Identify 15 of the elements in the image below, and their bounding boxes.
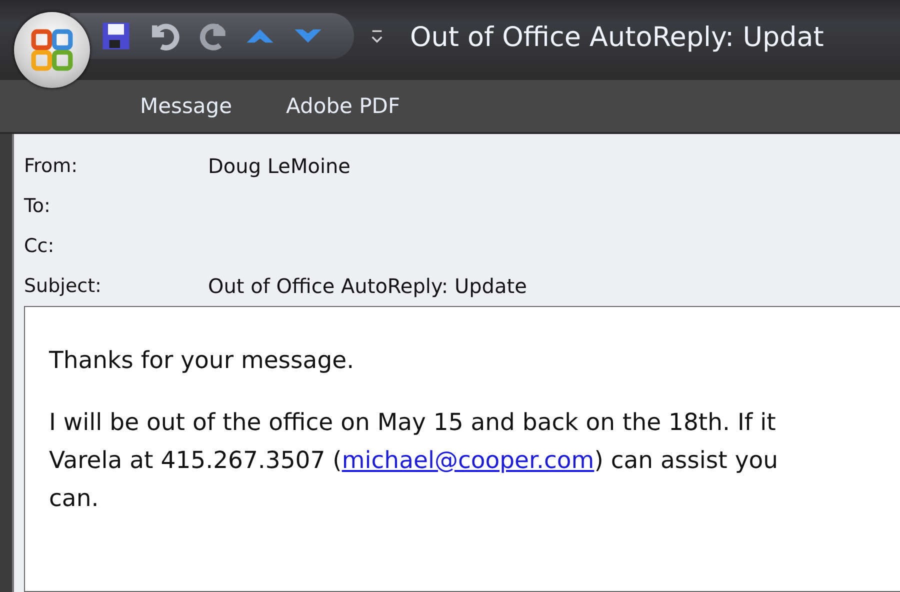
field-label: Subject: bbox=[24, 275, 102, 297]
field-value: Doug LeMoine bbox=[208, 154, 350, 178]
office-logo-icon bbox=[29, 27, 75, 73]
ribbon-tab[interactable]: Adobe PDF bbox=[274, 90, 412, 122]
email-link[interactable]: michael@cooper.com bbox=[342, 446, 594, 474]
greeting-text: Thanks for your message. bbox=[49, 345, 356, 376]
message-paragraph: I will be out of the office on May 15 and back on the 18th. If it Varela at 415.267.3507 (michael@cooper.com) can assist you can. bbox=[49, 407, 780, 514]
field-label: Cc: bbox=[24, 235, 56, 257]
ribbon-tab[interactable]: Message bbox=[128, 90, 244, 122]
field-label: To: bbox=[24, 195, 52, 217]
office-button[interactable] bbox=[14, 12, 90, 88]
field-value: Out of Office AutoReply: Update bbox=[208, 274, 527, 298]
window-title: Out of Office AutoReply: Updat bbox=[410, 22, 824, 52]
field-label: From: bbox=[24, 155, 78, 177]
save-icon[interactable] bbox=[100, 20, 132, 52]
